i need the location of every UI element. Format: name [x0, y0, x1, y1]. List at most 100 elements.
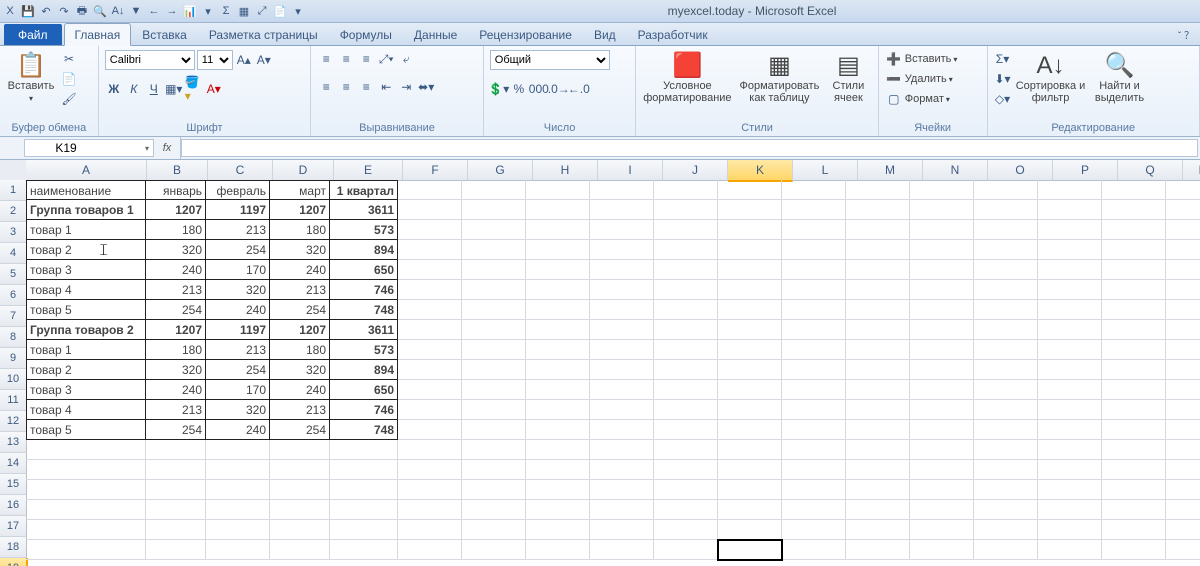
cell[interactable] — [1102, 500, 1166, 520]
cell[interactable] — [910, 380, 974, 400]
column-header-P[interactable]: P — [1053, 160, 1118, 181]
cell[interactable] — [1166, 220, 1200, 240]
cell[interactable] — [398, 380, 462, 400]
cell[interactable] — [718, 480, 782, 500]
dropdown-icon[interactable]: ▾ — [145, 144, 149, 153]
cell[interactable] — [330, 540, 398, 560]
cell[interactable] — [782, 320, 846, 340]
font-color-button[interactable]: A▾ — [205, 80, 223, 98]
cell[interactable] — [398, 340, 462, 360]
cell[interactable] — [526, 380, 590, 400]
tab-file[interactable]: Файл — [4, 24, 62, 45]
cell[interactable] — [1102, 320, 1166, 340]
cell[interactable] — [590, 280, 654, 300]
cell[interactable] — [1166, 520, 1200, 540]
save-icon[interactable]: 💾 — [20, 3, 36, 19]
cell[interactable]: 573 — [330, 220, 398, 240]
inc-decimal-icon[interactable]: .0→ — [550, 80, 568, 98]
cell[interactable] — [1038, 400, 1102, 420]
filter-icon[interactable]: ▼ — [128, 3, 144, 19]
cell[interactable]: 240 — [206, 300, 270, 320]
cell[interactable] — [718, 380, 782, 400]
cell[interactable] — [910, 340, 974, 360]
cell[interactable] — [846, 200, 910, 220]
cell[interactable] — [718, 340, 782, 360]
cell[interactable] — [974, 300, 1038, 320]
cell[interactable] — [26, 500, 146, 520]
cell[interactable] — [270, 540, 330, 560]
cell[interactable] — [974, 420, 1038, 440]
cell[interactable] — [654, 420, 718, 440]
column-header-I[interactable]: I — [598, 160, 663, 181]
cell[interactable] — [462, 360, 526, 380]
row-header-17[interactable]: 17 — [0, 516, 27, 537]
cell[interactable] — [718, 400, 782, 420]
tab-Данные[interactable]: Данные — [403, 23, 468, 45]
cell[interactable] — [974, 340, 1038, 360]
cell[interactable] — [974, 440, 1038, 460]
cell-styles-button[interactable]: ▤ Стили ячеек — [826, 50, 870, 104]
cell[interactable] — [590, 540, 654, 560]
cell[interactable] — [1166, 320, 1200, 340]
cell[interactable] — [1102, 300, 1166, 320]
cell[interactable] — [1038, 200, 1102, 220]
cell[interactable] — [1038, 280, 1102, 300]
cell[interactable] — [590, 460, 654, 480]
cell[interactable] — [590, 480, 654, 500]
cell[interactable] — [974, 400, 1038, 420]
cell[interactable]: товар 5 — [26, 300, 146, 320]
cell[interactable]: товар 2 — [26, 360, 146, 380]
comma-icon[interactable]: 000 — [530, 80, 548, 98]
cell[interactable] — [846, 360, 910, 380]
cell[interactable] — [910, 320, 974, 340]
cell[interactable] — [590, 220, 654, 240]
cell[interactable] — [654, 240, 718, 260]
cell[interactable]: 213 — [146, 400, 206, 420]
orientation-icon[interactable]: ⤢▾ — [377, 50, 395, 68]
cell[interactable]: 180 — [270, 340, 330, 360]
cell[interactable]: 1197 — [206, 200, 270, 220]
cell[interactable] — [718, 360, 782, 380]
cell[interactable] — [1166, 300, 1200, 320]
cell[interactable] — [26, 540, 146, 560]
row-header-15[interactable]: 15 — [0, 474, 27, 495]
cell[interactable]: 650 — [330, 260, 398, 280]
autosum-icon[interactable]: Σ▾ — [994, 50, 1012, 68]
cell[interactable] — [654, 340, 718, 360]
cell[interactable] — [462, 220, 526, 240]
redo-icon[interactable]: ↷ — [56, 3, 72, 19]
cell[interactable]: март — [270, 180, 330, 200]
cell[interactable] — [846, 300, 910, 320]
print-preview-icon[interactable]: 🔍 — [92, 3, 108, 19]
cell[interactable] — [1166, 500, 1200, 520]
cell[interactable] — [974, 380, 1038, 400]
cell[interactable] — [782, 540, 846, 560]
cell[interactable] — [782, 340, 846, 360]
cell[interactable] — [846, 340, 910, 360]
cell[interactable] — [462, 260, 526, 280]
cell[interactable] — [1166, 420, 1200, 440]
column-header-M[interactable]: M — [858, 160, 923, 181]
cell[interactable] — [462, 400, 526, 420]
cell[interactable] — [462, 300, 526, 320]
row-header-2[interactable]: 2 — [0, 201, 27, 222]
column-header-N[interactable]: N — [923, 160, 988, 181]
cell[interactable] — [1038, 260, 1102, 280]
cell[interactable]: январь — [146, 180, 206, 200]
cell[interactable] — [974, 360, 1038, 380]
cell[interactable]: товар 3 — [26, 380, 146, 400]
excel-icon[interactable]: X — [2, 3, 18, 19]
row-header-18[interactable]: 18 — [0, 537, 27, 558]
cell[interactable] — [718, 200, 782, 220]
cell[interactable] — [526, 220, 590, 240]
cell[interactable] — [974, 200, 1038, 220]
cell[interactable] — [910, 260, 974, 280]
cell[interactable] — [782, 240, 846, 260]
fill-icon[interactable]: ⬇▾ — [994, 70, 1012, 88]
cell[interactable] — [398, 280, 462, 300]
cell[interactable] — [26, 480, 146, 500]
cell[interactable] — [910, 420, 974, 440]
cell[interactable]: 213 — [206, 340, 270, 360]
find-select-button[interactable]: 🔍 Найти и выделить — [1090, 50, 1150, 104]
cell[interactable] — [910, 500, 974, 520]
